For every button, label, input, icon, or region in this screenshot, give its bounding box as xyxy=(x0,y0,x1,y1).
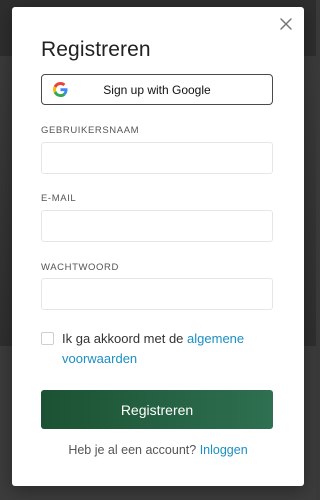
register-submit-button[interactable]: Registreren xyxy=(41,390,273,429)
google-signup-button[interactable]: Sign up with Google xyxy=(41,74,273,105)
terms-checkbox[interactable] xyxy=(41,332,54,345)
email-label: E-MAIL xyxy=(41,193,77,204)
password-label: WACHTWOORD xyxy=(41,262,119,273)
password-input[interactable] xyxy=(41,278,273,310)
terms-row: Ik ga akkoord met de algemene voorwaarde… xyxy=(41,329,281,369)
close-button[interactable] xyxy=(278,16,294,32)
modal-title: Registreren xyxy=(41,38,151,61)
google-signup-label: Sign up with Google xyxy=(103,82,211,97)
login-link[interactable]: Inloggen xyxy=(200,443,248,457)
terms-text: Ik ga akkoord met de algemene voorwaarde… xyxy=(62,329,281,369)
google-g-icon xyxy=(52,82,68,98)
username-label: GEBRUIKERSNAAM xyxy=(41,125,140,136)
terms-prefix: Ik ga akkoord met de xyxy=(62,331,184,346)
username-input[interactable] xyxy=(41,142,273,174)
login-prompt: Heb je al een account? Inloggen xyxy=(12,443,304,457)
login-prompt-text: Heb je al een account? xyxy=(68,443,197,457)
close-icon xyxy=(280,18,292,30)
email-input[interactable] xyxy=(41,210,273,242)
register-modal: Registreren Sign up with Google GEBRUIKE… xyxy=(12,7,304,486)
